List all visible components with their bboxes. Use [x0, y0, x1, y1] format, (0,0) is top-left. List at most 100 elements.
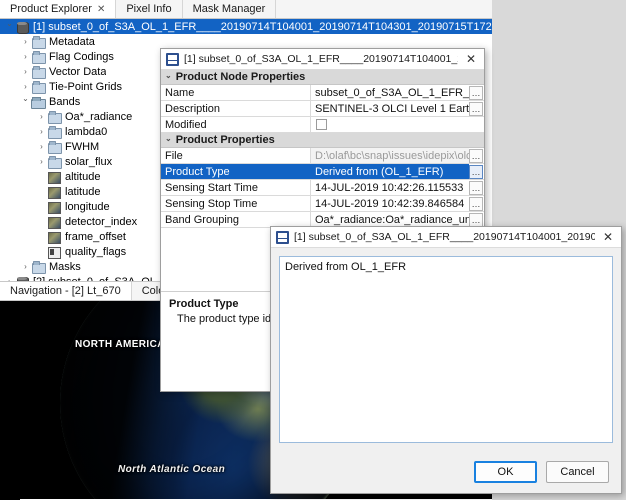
property-name: Name [161, 85, 311, 100]
property-name: Modified [161, 117, 311, 132]
close-icon[interactable]: ✕ [463, 52, 479, 66]
tree-node-label: altitude [65, 170, 101, 183]
chevron-down-icon[interactable] [4, 22, 15, 31]
property-value-text: 14-JUL-2019 10:42:26.115533 [315, 181, 464, 194]
tab-navigation-label: Navigation - [2] Lt_670 [10, 285, 121, 297]
property-value[interactable] [311, 117, 484, 132]
text-editor-dialog: [1] subset_0_of_S3A_OL_1_EFR____20190714… [270, 226, 622, 494]
chevron-right-icon[interactable] [36, 142, 47, 151]
band-icon [47, 216, 61, 229]
property-name: Description [161, 101, 311, 116]
folder-icon [31, 35, 46, 49]
properties-table[interactable]: ⌄ Product Node Properties Name subset_0_of_… [161, 70, 484, 228]
geo-label-north-america: NORTH AMERICA [75, 339, 165, 350]
cancel-button[interactable]: Cancel [546, 461, 609, 483]
tab-navigation[interactable]: Navigation - [2] Lt_670 [0, 282, 132, 300]
ok-button[interactable]: OK [474, 461, 537, 483]
editor-body: Derived from OL_1_EFR [271, 248, 621, 451]
property-ellipsis-button[interactable]: … [469, 181, 483, 195]
product-type-textarea[interactable]: Derived from OL_1_EFR [279, 256, 613, 443]
property-value-text: Derived from (OL_1_EFR) [315, 165, 444, 178]
properties-section-header[interactable]: ⌄ Product Node Properties [161, 70, 484, 85]
folder-icon [31, 260, 46, 274]
property-row[interactable]: File D:\olaf\bc\snap\issues\idepix\olci\s… [161, 148, 484, 164]
tree-node-label: Vector Data [49, 65, 107, 78]
product-icon [15, 21, 29, 34]
property-name: Sensing Stop Time [161, 196, 311, 211]
band-icon [47, 186, 61, 199]
properties-section-header[interactable]: ⌄ Product Properties [161, 133, 484, 148]
close-icon[interactable]: ✕ [97, 4, 105, 15]
tree-node-label: Masks [49, 260, 81, 273]
tree-node[interactable]: Metadata [0, 34, 492, 49]
editor-button-bar: OK Cancel [271, 451, 621, 493]
editor-dialog-title: [1] subset_0_of_S3A_OL_1_EFR____20190714… [294, 231, 595, 243]
tab-product-explorer-label: Product Explorer [10, 3, 92, 15]
chevron-right-icon[interactable] [36, 157, 47, 166]
chevron-down-icon[interactable]: ⌄ [165, 134, 172, 143]
tree-node-label: lambda0 [65, 125, 108, 138]
property-value[interactable]: subset_0_of_S3A_OL_1_EFR____201907... [311, 85, 469, 100]
property-ellipsis-button[interactable]: … [469, 149, 483, 163]
properties-section-title: Product Properties [175, 134, 275, 146]
folder-icon [31, 50, 46, 64]
chevron-right-icon[interactable] [36, 112, 47, 121]
property-ellipsis-button[interactable]: … [469, 213, 483, 227]
properties-dialog-title: [1] subset_0_of_S3A_OL_1_EFR____20190714… [184, 53, 458, 65]
property-value[interactable]: Oa*_radiance:Oa*_radiance_unc:Oa*_r... [311, 212, 469, 227]
property-value-text: Oa*_radiance:Oa*_radiance_unc:Oa*_r... [315, 213, 469, 226]
tree-node-label: quality_flags [65, 245, 127, 258]
property-name: Sensing Start Time [161, 180, 311, 195]
property-row[interactable]: Sensing Start Time 14-JUL-2019 10:42:26.1… [161, 180, 484, 196]
property-row[interactable]: Description SENTINEL-3 OLCI Level 1 Earth… [161, 101, 484, 117]
property-row[interactable]: Product Type Derived from (OL_1_EFR)… [161, 164, 484, 180]
property-ellipsis-button[interactable]: … [469, 86, 483, 100]
property-value-text: SENTINEL-3 OLCI Level 1 Earth Observ... [315, 102, 469, 115]
property-value[interactable]: D:\olaf\bc\snap\issues\idepix\olci\su... [311, 148, 469, 163]
modified-checkbox[interactable] [316, 119, 327, 130]
property-value[interactable]: SENTINEL-3 OLCI Level 1 Earth Observ... [311, 101, 469, 116]
property-value-text: D:\olaf\bc\snap\issues\idepix\olci\su... [315, 149, 469, 162]
property-ellipsis-button[interactable]: … [469, 165, 483, 179]
tree-node-label: longitude [65, 200, 110, 213]
chevron-right-icon[interactable] [20, 262, 31, 271]
property-row[interactable]: Modified [161, 117, 484, 133]
property-value-text: 14-JUL-2019 10:42:39.846584 [315, 197, 465, 210]
tree-node-label: Bands [49, 95, 81, 108]
property-ellipsis-button[interactable]: … [469, 102, 483, 116]
tab-pixel-info[interactable]: Pixel Info [116, 0, 183, 18]
tree-node[interactable]: [1] subset_0_of_S3A_OL_1_EFR____20190714… [0, 19, 492, 34]
chevron-right-icon[interactable] [20, 67, 31, 76]
tab-mask-manager[interactable]: Mask Manager [183, 0, 277, 18]
folder-icon [47, 125, 62, 139]
flag-icon [47, 246, 61, 259]
chevron-right-icon[interactable] [20, 82, 31, 91]
property-value[interactable]: 14-JUL-2019 10:42:26.115533 [311, 180, 469, 195]
property-ellipsis-button[interactable]: … [469, 197, 483, 211]
folder-icon [31, 65, 46, 79]
tree-node-label: Metadata [49, 35, 95, 48]
editor-dialog-titlebar[interactable]: [1] subset_0_of_S3A_OL_1_EFR____20190714… [271, 227, 621, 248]
folder-icon [47, 140, 62, 154]
tab-pixel-info-label: Pixel Info [126, 3, 172, 15]
chevron-down-icon[interactable] [20, 97, 31, 106]
tree-node-label: FWHM [65, 140, 100, 153]
close-icon[interactable]: ✕ [600, 230, 616, 244]
chevron-right-icon[interactable] [36, 127, 47, 136]
tree-node-label: frame_offset [65, 230, 126, 243]
folderopen-icon [31, 96, 46, 109]
chevron-down-icon[interactable]: ⌄ [165, 71, 172, 80]
chevron-right-icon[interactable] [20, 52, 31, 61]
property-value[interactable]: 14-JUL-2019 10:42:39.846584 [311, 196, 469, 211]
top-tab-strip: Product Explorer ✕ Pixel Info Mask Manag… [0, 0, 492, 19]
property-value[interactable]: Derived from (OL_1_EFR) [311, 164, 469, 179]
band-icon [47, 201, 61, 214]
tree-node-label: Flag Codings [49, 50, 114, 63]
snap-app-icon [166, 52, 179, 66]
tab-product-explorer[interactable]: Product Explorer ✕ [0, 0, 117, 18]
chevron-right-icon[interactable] [20, 37, 31, 46]
property-row[interactable]: Name subset_0_of_S3A_OL_1_EFR____201907..… [161, 85, 484, 101]
property-row[interactable]: Sensing Stop Time 14-JUL-2019 10:42:39.84… [161, 196, 484, 212]
band-icon [47, 231, 61, 244]
properties-dialog-titlebar[interactable]: [1] subset_0_of_S3A_OL_1_EFR____20190714… [161, 49, 484, 70]
